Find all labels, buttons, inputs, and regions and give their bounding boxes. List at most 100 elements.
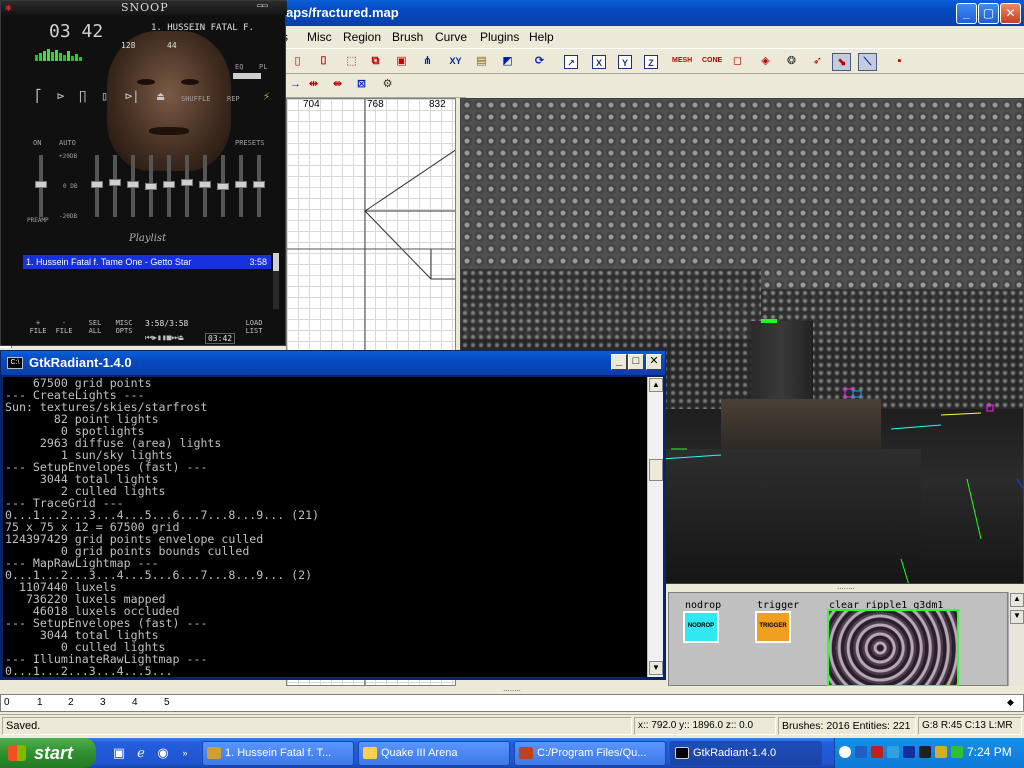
- axis-x-button[interactable]: X: [592, 55, 606, 69]
- eq-presets-button[interactable]: PRESETS: [235, 139, 265, 147]
- axis-y-button[interactable]: Y: [618, 55, 632, 69]
- patch-mesh-icon[interactable]: MESH: [672, 53, 692, 71]
- entity-icon[interactable]: ▪: [890, 53, 909, 71]
- eq-band-slider[interactable]: [199, 155, 211, 217]
- menu-plugins[interactable]: Plugins: [480, 30, 519, 44]
- minimize-button[interactable]: _: [956, 3, 977, 24]
- tray-expand-icon[interactable]: [839, 746, 851, 758]
- eq-band-slider[interactable]: [91, 155, 103, 217]
- splitter-handle[interactable]: ........: [668, 583, 1024, 592]
- flip-x-icon[interactable]: ⇹: [304, 76, 323, 94]
- playlist-item-selected[interactable]: 1. Hussein Fatal f. Tame One - Getto Sta…: [23, 255, 271, 269]
- texture-browser-scrollbar[interactable]: ▲ ▼: [1008, 592, 1024, 686]
- menu-misc[interactable]: Misc: [307, 30, 332, 44]
- task-program-files[interactable]: C:/Program Files/Qu...: [514, 741, 666, 766]
- scroll-up-icon[interactable]: ▲: [649, 378, 663, 392]
- quicklaunch-desktop-icon[interactable]: ▣: [110, 744, 128, 762]
- texture-thumb-clear-ripple[interactable]: [827, 609, 959, 687]
- shuffle-toggle[interactable]: SHUFFLE: [181, 95, 211, 103]
- winamp-window-buttons-icon[interactable]: ▭▭: [257, 1, 268, 11]
- console-scroll-thumb[interactable]: [649, 459, 663, 481]
- eq-band-slider[interactable]: [253, 155, 265, 217]
- arrow-icon[interactable]: →: [286, 76, 305, 94]
- winamp-menu-icon[interactable]: ✱: [5, 1, 12, 14]
- console-close-button[interactable]: ✕: [646, 354, 662, 370]
- flip-xy-icon[interactable]: XY: [446, 53, 465, 71]
- remove-file-button[interactable]: - FILE: [55, 319, 73, 335]
- menu-help[interactable]: Help: [529, 30, 554, 44]
- clipper-icon[interactable]: ⋔: [418, 53, 437, 71]
- select-all-button[interactable]: SEL ALL: [85, 319, 105, 335]
- repeat-toggle[interactable]: REP: [227, 95, 240, 103]
- quicklaunch-media-icon[interactable]: ◉: [154, 744, 172, 762]
- eq-preamp-slider[interactable]: [35, 155, 47, 217]
- flip-y-icon[interactable]: ⇼: [328, 76, 347, 94]
- play-button[interactable]: ⊳: [57, 89, 64, 103]
- close-button[interactable]: ✕: [1000, 3, 1021, 24]
- next-button[interactable]: ⊳|: [125, 89, 139, 103]
- pause-button[interactable]: ∏: [79, 89, 86, 103]
- task-winamp[interactable]: 1. Hussein Fatal f. T...: [202, 741, 354, 766]
- lightning-icon[interactable]: ⚡: [263, 89, 270, 103]
- task-gtkradiant[interactable]: GtkRadiant-1.4.0: [670, 741, 822, 766]
- eq-band-slider[interactable]: [127, 155, 139, 217]
- drag-edge-icon[interactable]: ⟍: [858, 53, 877, 71]
- patch-bevel-icon[interactable]: ◈: [756, 53, 775, 71]
- tray-status-icon[interactable]: [951, 746, 963, 758]
- quicklaunch-expand-icon[interactable]: »: [176, 744, 194, 762]
- menu-region[interactable]: Region: [343, 30, 381, 44]
- scroll-down-icon[interactable]: ▼: [1010, 610, 1024, 624]
- hide-icon[interactable]: ⊠: [352, 76, 371, 94]
- scroll-down-icon[interactable]: ▼: [649, 661, 663, 675]
- scroll-up-icon[interactable]: ▲: [1010, 593, 1024, 607]
- misc-opts-button[interactable]: MISC OPTS: [113, 319, 135, 335]
- menu-curve[interactable]: Curve: [435, 30, 467, 44]
- start-button[interactable]: start: [0, 738, 96, 768]
- console-minimize-button[interactable]: _: [611, 354, 627, 370]
- tray-network-icon[interactable]: [855, 746, 867, 758]
- tray-volume-icon[interactable]: [935, 746, 947, 758]
- select-inside-icon[interactable]: ▣: [392, 53, 411, 71]
- toolbar-button-1[interactable]: ▯: [288, 53, 307, 71]
- load-list-button[interactable]: LOAD LIST: [243, 319, 265, 335]
- eq-band-slider[interactable]: [217, 155, 229, 217]
- patch-endcap-icon[interactable]: ❂: [782, 53, 801, 71]
- pl-toggle[interactable]: PL: [259, 63, 267, 71]
- camera-icon[interactable]: ◩: [498, 53, 517, 71]
- eq-band-slider[interactable]: [145, 155, 157, 217]
- console-titlebar[interactable]: C:\ GtkRadiant-1.4.0 _ □ ✕: [1, 351, 665, 375]
- task-quake-folder[interactable]: Quake III Arena: [358, 741, 510, 766]
- eject-button[interactable]: ⏏: [157, 89, 164, 103]
- eq-auto-toggle[interactable]: AUTO: [59, 139, 76, 147]
- texture-lock-icon[interactable]: ▤: [472, 53, 491, 71]
- texture-thumb-trigger[interactable]: TRIGGER: [755, 611, 791, 643]
- eq-band-slider[interactable]: [181, 155, 193, 217]
- console-maximize-button[interactable]: □: [628, 354, 644, 370]
- stop-button[interactable]: ▯: [101, 89, 108, 103]
- menu-brush[interactable]: Brush: [392, 30, 423, 44]
- patch-cylinder-icon[interactable]: ◻: [728, 53, 747, 71]
- patch-cap-icon[interactable]: ➶: [808, 53, 827, 71]
- eq-band-slider[interactable]: [235, 155, 247, 217]
- eq-on-toggle[interactable]: ON: [33, 139, 41, 147]
- plugin-icon[interactable]: ⚙: [378, 76, 397, 94]
- drag-vertex-icon[interactable]: ⬊: [832, 53, 851, 71]
- scroll-arrow-icon[interactable]: ◆: [1007, 697, 1014, 708]
- tray-app-icon[interactable]: [903, 746, 915, 758]
- patch-cone-icon[interactable]: CONE: [702, 53, 722, 71]
- select-brush-icon[interactable]: ⬚: [342, 53, 361, 71]
- playlist-scroll-thumb[interactable]: [273, 253, 279, 271]
- tray-messenger-icon[interactable]: [887, 746, 899, 758]
- console-scrollbar[interactable]: ▲ ▼: [647, 377, 663, 677]
- quicklaunch-ie-icon[interactable]: ℯ: [132, 744, 150, 762]
- rotate-icon[interactable]: ⟳: [530, 53, 549, 71]
- maximize-button[interactable]: ▢: [978, 3, 999, 24]
- playlist-scrollbar[interactable]: [273, 253, 279, 309]
- eq-band-slider[interactable]: [163, 155, 175, 217]
- winamp-titlebar[interactable]: ✱ SNOOP ▭▭: [1, 1, 287, 15]
- tray-media-icon[interactable]: [919, 746, 931, 758]
- texture-browser[interactable]: nodrop NODROP trigger TRIGGER clear_ripp…: [668, 592, 1008, 687]
- mini-transport-icons[interactable]: ⏮▶▮▮■⏭⏏: [145, 333, 183, 343]
- volume-slider[interactable]: [233, 73, 261, 79]
- splitter-handle[interactable]: ........: [0, 685, 1024, 694]
